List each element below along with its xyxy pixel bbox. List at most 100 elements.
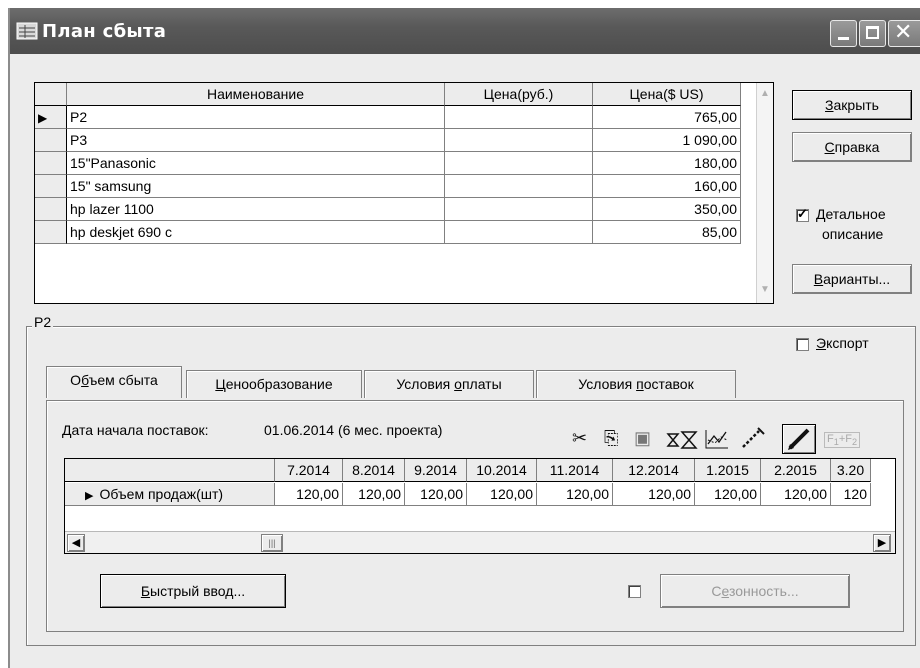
quick-input-label: ыстрый ввод...: [150, 583, 246, 599]
row-indicator[interactable]: ▶: [35, 106, 67, 129]
export-checkbox[interactable]: [796, 338, 809, 351]
checkmark-icon: ✓: [797, 206, 808, 221]
sales-value-cell[interactable]: 120,00: [467, 483, 537, 506]
cut-icon[interactable]: ✂: [572, 428, 587, 449]
month-header[interactable]: 2.2015: [761, 459, 831, 482]
month-header[interactable]: 11.2014: [537, 459, 613, 482]
seasonality-checkbox[interactable]: [628, 585, 641, 598]
table-row[interactable]: hp lazer 1100 350,00: [35, 198, 757, 221]
month-header[interactable]: 7.2014: [275, 459, 343, 482]
row-indicator[interactable]: [35, 175, 67, 198]
sales-value-cell[interactable]: 120,00: [695, 483, 761, 506]
price-rub-cell[interactable]: [445, 221, 593, 244]
chart-icon[interactable]: [704, 428, 730, 450]
tab-label-rest: платы: [461, 376, 502, 392]
month-header[interactable]: 1.2015: [695, 459, 761, 482]
row-indicator[interactable]: [35, 198, 67, 221]
sales-value-cell[interactable]: 120,00: [537, 483, 613, 506]
table-row[interactable]: 15" samsung 160,00: [35, 175, 757, 198]
row-indicator[interactable]: [35, 152, 67, 175]
sales-value-cell[interactable]: 120: [831, 483, 871, 506]
quick-input-button[interactable]: Быстрый ввод...: [100, 574, 286, 608]
month-header[interactable]: 9.2014: [405, 459, 467, 482]
price-rub-cell[interactable]: [445, 175, 593, 198]
export-label[interactable]: Экспорт: [816, 335, 869, 351]
sales-horizontal-scrollbar[interactable]: ◀ ||| ▶: [65, 531, 895, 553]
scroll-right-icon[interactable]: ▶: [873, 534, 891, 552]
month-header[interactable]: 10.2014: [467, 459, 537, 482]
scroll-thumb[interactable]: |||: [261, 534, 283, 552]
maximize-button[interactable]: [859, 20, 886, 47]
formula-icon[interactable]: F1+F2: [824, 432, 861, 449]
pencil-button[interactable]: [782, 424, 816, 454]
close-icon: ✕: [894, 20, 913, 45]
detailed-label-text: етальное: [825, 206, 886, 222]
price-rub-cell[interactable]: [445, 198, 593, 221]
sales-row-label[interactable]: ▶ Объем продаж(шт): [65, 483, 275, 506]
sales-value-cell[interactable]: 120,00: [343, 483, 405, 506]
tab-sales-volume[interactable]: Объем сбыта: [46, 366, 182, 398]
product-name-cell[interactable]: hp deskjet 690 c: [67, 221, 445, 244]
price-rub-cell[interactable]: [445, 152, 593, 175]
row-indicator[interactable]: [35, 129, 67, 152]
close-window-button[interactable]: ✕: [888, 20, 920, 47]
header-price-rub[interactable]: Цена(руб.): [445, 83, 593, 106]
price-usd-cell[interactable]: 765,00: [593, 106, 741, 129]
help-button[interactable]: Справка: [792, 132, 912, 162]
close-hotkey: З: [825, 97, 834, 113]
detailed-checkbox[interactable]: ✓: [796, 206, 809, 222]
copy-icon[interactable]: ⎘: [604, 428, 618, 449]
price-usd-cell[interactable]: 180,00: [593, 152, 741, 175]
tab-hotkey: б: [81, 372, 89, 388]
scroll-up-icon[interactable]: ▲: [758, 87, 772, 101]
products-vertical-scrollbar[interactable]: ▲ ▼: [756, 83, 773, 303]
scroll-down-icon[interactable]: ▼: [758, 283, 772, 297]
table-row[interactable]: 15"Panasonic 180,00: [35, 152, 757, 175]
price-usd-cell[interactable]: 350,00: [593, 198, 741, 221]
sales-value-cell[interactable]: 120,00: [761, 483, 831, 506]
product-name-cell[interactable]: P2: [67, 106, 445, 129]
table-row[interactable]: ▶ P2 765,00: [35, 106, 757, 129]
wand-icon[interactable]: [740, 426, 766, 450]
month-header[interactable]: 3.20: [831, 459, 871, 482]
product-name-cell[interactable]: P3: [67, 129, 445, 152]
sales-value-cell[interactable]: 120,00: [275, 483, 343, 506]
tab-payment-terms[interactable]: Условия оплаты: [364, 370, 534, 398]
table-row[interactable]: P3 1 090,00: [35, 129, 757, 152]
price-rub-cell[interactable]: [445, 129, 593, 152]
scroll-left-icon[interactable]: ◀: [67, 534, 85, 552]
sales-value-cell[interactable]: 120,00: [405, 483, 467, 506]
product-name-cell[interactable]: 15" samsung: [67, 175, 445, 198]
price-usd-cell[interactable]: 160,00: [593, 175, 741, 198]
tab-pricing[interactable]: Ценообразование: [186, 370, 362, 398]
product-name-cell[interactable]: 15"Panasonic: [67, 152, 445, 175]
seasonality-hotkey: е: [721, 583, 729, 599]
table-row[interactable]: hp deskjet 690 c 85,00: [35, 221, 757, 244]
paste-icon[interactable]: ▣: [634, 428, 651, 449]
variants-button[interactable]: Варианты...: [792, 264, 912, 294]
tab-delivery-terms[interactable]: Условия поставок: [536, 370, 736, 398]
price-usd-cell[interactable]: 1 090,00: [593, 129, 741, 152]
seasonality-button[interactable]: Сезонность...: [660, 574, 850, 608]
detailed-label[interactable]: Детальное: [816, 206, 886, 222]
header-name[interactable]: Наименование: [67, 83, 445, 106]
variants-hotkey: В: [813, 271, 824, 287]
row-indicator[interactable]: [35, 221, 67, 244]
month-header[interactable]: 12.2014: [613, 459, 695, 482]
sales-value-cell[interactable]: 120,00: [613, 483, 695, 506]
title-bar[interactable]: План сбыта ✕: [10, 8, 920, 54]
sales-grid[interactable]: 7.2014 8.2014 9.2014 10.2014 11.2014 12.2014 1…: [64, 458, 896, 554]
price-usd-cell[interactable]: 85,00: [593, 221, 741, 244]
tab-label-rest: енообразование: [225, 376, 333, 392]
close-button[interactable]: Закрыть: [792, 90, 912, 120]
maximize-icon: [866, 26, 879, 39]
hourglass-icon[interactable]: [666, 430, 700, 450]
price-rub-cell[interactable]: [445, 106, 593, 129]
tab-label-rest: оставок: [643, 376, 694, 392]
header-price-usd[interactable]: Цена($ US): [593, 83, 741, 106]
minimize-button[interactable]: [830, 20, 857, 47]
products-grid[interactable]: Наименование Цена(руб.) Цена($ US) ▶ P2 76…: [34, 82, 774, 304]
month-header[interactable]: 8.2014: [343, 459, 405, 482]
products-header-row: Наименование Цена(руб.) Цена($ US): [35, 83, 757, 106]
product-name-cell[interactable]: hp lazer 1100: [67, 198, 445, 221]
